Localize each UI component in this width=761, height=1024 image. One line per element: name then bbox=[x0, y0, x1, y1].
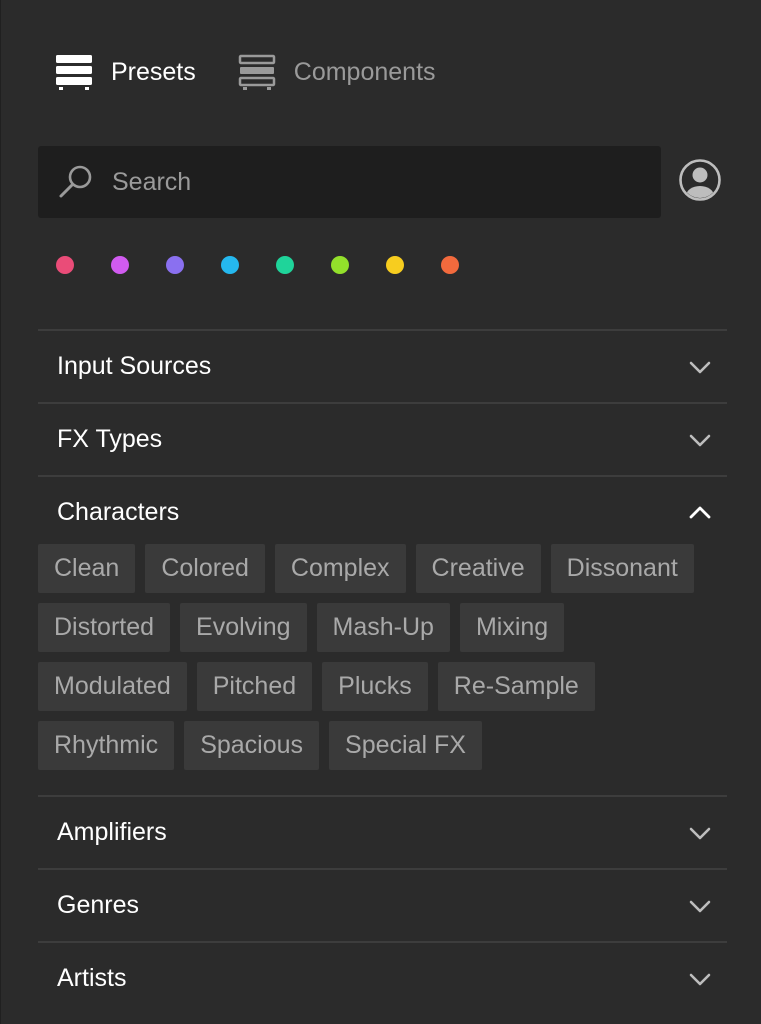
chevron-down-icon bbox=[687, 354, 713, 380]
section-title: Input Sources bbox=[57, 352, 212, 380]
tag-spacious[interactable]: Spacious bbox=[184, 721, 320, 770]
tag-mixing[interactable]: Mixing bbox=[459, 603, 565, 652]
tag-complex[interactable]: Complex bbox=[274, 544, 406, 593]
section-fx-types: FX Types bbox=[38, 402, 727, 475]
section-amplifiers: Amplifiers bbox=[38, 795, 727, 868]
tag-plucks[interactable]: Plucks bbox=[322, 662, 428, 711]
search-box[interactable] bbox=[38, 146, 661, 218]
tab-presets[interactable]: Presets bbox=[55, 52, 196, 92]
tag-dissonant[interactable]: Dissonant bbox=[550, 544, 694, 593]
section-input-sources-header[interactable]: Input Sources bbox=[38, 331, 727, 402]
tag-special-fx[interactable]: Special FX bbox=[329, 721, 482, 770]
section-fx-types-header[interactable]: FX Types bbox=[38, 404, 727, 475]
search-input[interactable] bbox=[110, 161, 634, 203]
section-characters: Characters Clean Colored Complex Creativ… bbox=[38, 475, 727, 798]
color-filter-orange[interactable] bbox=[441, 256, 459, 274]
section-artists: Artists bbox=[38, 941, 727, 1014]
components-icon bbox=[238, 53, 276, 91]
section-title: Genres bbox=[57, 891, 139, 919]
color-filter-magenta[interactable] bbox=[111, 256, 129, 274]
color-filter-lime[interactable] bbox=[331, 256, 349, 274]
color-filters bbox=[56, 256, 496, 274]
chevron-up-icon bbox=[687, 500, 713, 526]
section-title: FX Types bbox=[57, 425, 163, 453]
chevron-down-icon bbox=[687, 820, 713, 846]
search-icon bbox=[58, 164, 94, 200]
tag-clean[interactable]: Clean bbox=[38, 544, 136, 593]
characters-tag-list: Clean Colored Complex Creative Dissonant… bbox=[38, 544, 727, 798]
section-genres: Genres bbox=[38, 868, 727, 941]
section-artists-header[interactable]: Artists bbox=[38, 943, 727, 1014]
user-profile-button[interactable] bbox=[679, 158, 721, 206]
color-filter-red[interactable] bbox=[56, 256, 74, 274]
section-title: Artists bbox=[57, 964, 127, 992]
section-title: Amplifiers bbox=[57, 818, 167, 846]
tag-creative[interactable]: Creative bbox=[415, 544, 541, 593]
section-input-sources: Input Sources bbox=[38, 329, 727, 402]
tab-presets-label: Presets bbox=[111, 57, 196, 86]
presets-icon bbox=[55, 53, 93, 91]
view-tabs: Presets Components bbox=[55, 52, 436, 92]
browser-panel: Presets Components Search Input Sources … bbox=[0, 0, 761, 1024]
tab-components-label: Components bbox=[293, 57, 436, 86]
chevron-down-icon bbox=[687, 966, 713, 992]
tag-distorted[interactable]: Distorted bbox=[38, 603, 171, 652]
chevron-down-icon bbox=[687, 893, 713, 919]
tag-mash-up[interactable]: Mash-Up bbox=[316, 603, 450, 652]
tag-evolving[interactable]: Evolving bbox=[180, 603, 307, 652]
tab-components[interactable]: Components bbox=[238, 52, 436, 92]
tag-rhythmic[interactable]: Rhythmic bbox=[38, 721, 175, 770]
section-title: Characters bbox=[57, 498, 180, 526]
tag-pitched[interactable]: Pitched bbox=[196, 662, 313, 711]
color-filter-green[interactable] bbox=[276, 256, 294, 274]
color-filter-yellow[interactable] bbox=[386, 256, 404, 274]
tag-modulated[interactable]: Modulated bbox=[38, 662, 187, 711]
section-amplifiers-header[interactable]: Amplifiers bbox=[38, 797, 727, 868]
section-characters-header[interactable]: Characters bbox=[38, 477, 727, 548]
color-filter-violet[interactable] bbox=[166, 256, 184, 274]
color-filter-blue[interactable] bbox=[221, 256, 239, 274]
user-avatar-icon bbox=[679, 158, 721, 206]
section-genres-header[interactable]: Genres bbox=[38, 870, 727, 941]
tag-colored[interactable]: Colored bbox=[145, 544, 265, 593]
chevron-down-icon bbox=[687, 427, 713, 453]
tag-re-sample[interactable]: Re-Sample bbox=[437, 662, 595, 711]
